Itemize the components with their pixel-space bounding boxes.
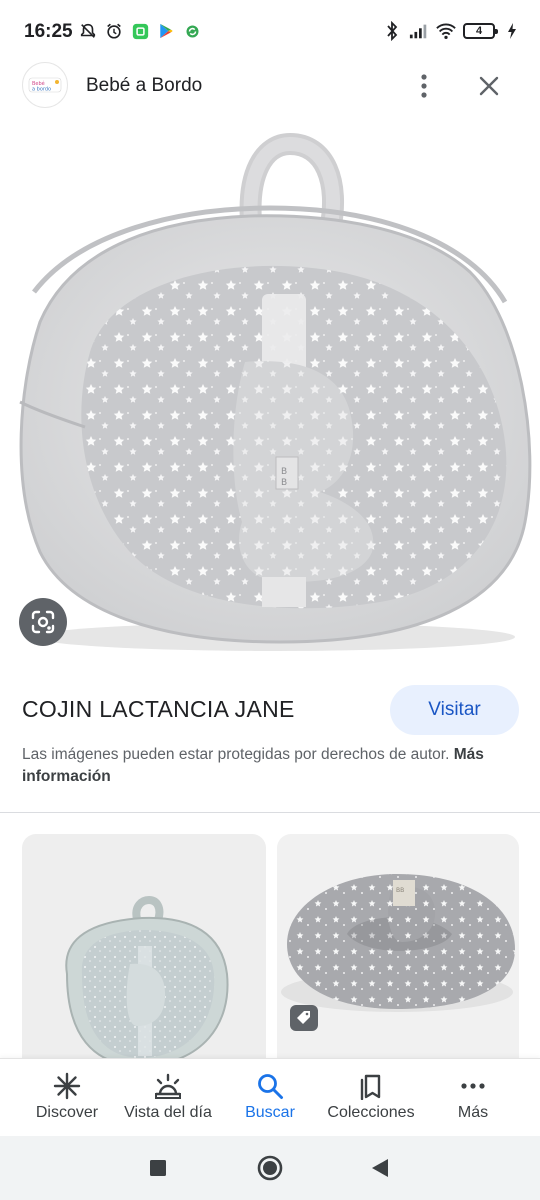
- nav-label: Más: [457, 1104, 489, 1121]
- battery-indicator: 4: [463, 23, 498, 39]
- status-bar: 16:25 4: [0, 0, 540, 62]
- nav-colecciones[interactable]: Colecciones: [318, 1059, 424, 1137]
- google-lens-icon: [31, 610, 55, 634]
- back-button[interactable]: [366, 1154, 394, 1182]
- bookmarks-icon: [357, 1072, 385, 1100]
- status-time: 16:25: [24, 21, 73, 42]
- home-button[interactable]: [256, 1154, 284, 1182]
- search-icon: [256, 1072, 284, 1100]
- nav-discover[interactable]: Discover: [22, 1059, 112, 1137]
- related-image-card[interactable]: BB: [277, 834, 519, 1074]
- svg-text:BB: BB: [396, 887, 404, 894]
- related-image-card[interactable]: [22, 834, 266, 1074]
- lens-search-button[interactable]: [19, 598, 67, 646]
- section-divider: [0, 812, 540, 813]
- notification-icons: [78, 20, 202, 42]
- sunrise-icon: [153, 1072, 183, 1100]
- close-button[interactable]: [470, 68, 508, 104]
- svg-text:a bordo: a bordo: [32, 87, 51, 93]
- nav-buscar[interactable]: Buscar: [230, 1059, 310, 1137]
- copyright-text: Las imágenes pueden estar protegidas por…: [22, 746, 450, 763]
- play-store-icon: [156, 21, 176, 41]
- signal-icon: [409, 21, 429, 41]
- visit-button[interactable]: Visitar: [390, 685, 519, 735]
- nav-label: Discover: [35, 1104, 99, 1121]
- nav-label: Vista del día: [124, 1104, 212, 1121]
- svg-text:B: B: [281, 467, 287, 477]
- nav-mas[interactable]: Más: [438, 1059, 508, 1137]
- sync-icon: [182, 21, 202, 41]
- square-icon: [150, 1160, 166, 1176]
- bebe-a-bordo-logo[interactable]: Bebé a bordo: [22, 62, 68, 108]
- wifi-icon: [436, 21, 456, 41]
- nav-label: Colecciones: [327, 1104, 415, 1121]
- circle-icon: [257, 1155, 283, 1181]
- svg-text:B: B: [281, 478, 287, 488]
- charging-icon: [502, 21, 522, 41]
- close-icon: [479, 76, 499, 96]
- triangle-back-icon: [372, 1159, 388, 1177]
- recents-button[interactable]: [144, 1154, 172, 1182]
- copyright-notice: Las imágenes pueden estar protegidas por…: [22, 744, 522, 788]
- more-horiz-icon: [459, 1072, 487, 1100]
- tag-icon: [290, 1005, 318, 1031]
- alarm-icon: [104, 21, 124, 41]
- system-navigation-bar: [0, 1136, 540, 1200]
- bell-off-icon: [78, 21, 98, 41]
- site-name[interactable]: Bebé a Bordo: [86, 75, 202, 97]
- system-status-icons: 4: [382, 20, 522, 42]
- product-title: COJIN LACTANCIA JANE: [22, 696, 295, 722]
- asterisk-icon: [53, 1072, 81, 1100]
- more-vert-icon: [421, 74, 427, 98]
- bluetooth-icon: [382, 21, 402, 41]
- bottom-navigation: Discover Vista del día Buscar Coleccione…: [0, 1058, 540, 1136]
- source-header: Bebé a bordo Bebé a Bordo: [0, 62, 540, 112]
- more-options-button[interactable]: [406, 68, 442, 104]
- nav-label: Buscar: [245, 1104, 295, 1121]
- nav-vista-del-dia[interactable]: Vista del día: [115, 1059, 221, 1137]
- app-notification-icon: [130, 21, 150, 41]
- product-image[interactable]: B B: [0, 122, 540, 662]
